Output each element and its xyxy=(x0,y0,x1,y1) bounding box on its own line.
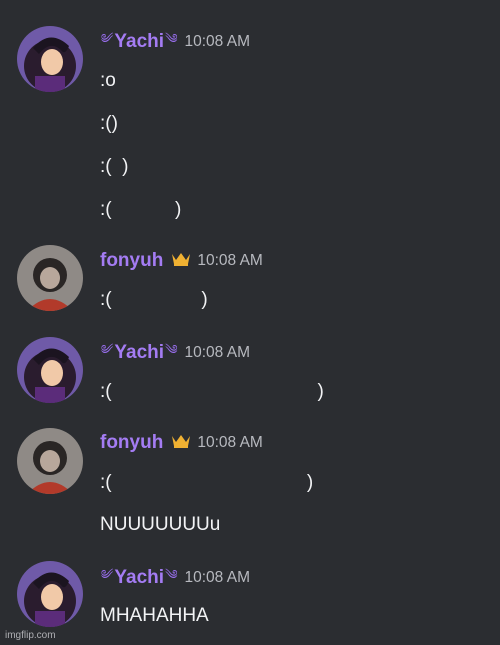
swirl-decoration-icon: ༄ xyxy=(101,30,114,46)
message-text: :o xyxy=(100,70,116,91)
message-text: :( ) xyxy=(100,156,129,177)
message-header: ༄ Yachi ༄ 10:08 AM xyxy=(100,564,250,592)
crown-icon xyxy=(171,251,191,272)
message-text: :( ) xyxy=(100,472,314,493)
avatar-yachi[interactable] xyxy=(17,26,83,92)
imgflip-watermark: imgflip.com xyxy=(5,630,56,641)
swirl-decoration-icon: ༄ xyxy=(101,341,114,357)
timestamp: 10:08 AM xyxy=(184,33,251,50)
message-text: MHAHAHHA xyxy=(100,605,209,626)
swirl-decoration-icon: ༄ xyxy=(165,30,178,46)
avatar-yachi[interactable] xyxy=(17,561,83,627)
message-header: fonyuh 10:08 AM xyxy=(100,429,263,457)
message-text: :( ) xyxy=(100,289,208,310)
avatar-yachi[interactable] xyxy=(17,337,83,403)
timestamp: 10:08 AM xyxy=(197,252,263,269)
timestamp: 10:08 AM xyxy=(184,344,251,361)
username[interactable]: Yachi xyxy=(114,342,164,364)
avatar-yachi-image xyxy=(17,561,83,627)
message-text: :( ) xyxy=(100,381,324,402)
avatar-yachi-image xyxy=(17,337,83,403)
avatar-fonyuh[interactable] xyxy=(17,428,83,494)
timestamp: 10:08 AM xyxy=(184,569,251,586)
message-header: ༄ Yachi ༄ 10:08 AM xyxy=(100,339,250,367)
swirl-decoration-icon: ༄ xyxy=(165,566,178,582)
avatar-fonyuh-image xyxy=(17,245,83,311)
swirl-decoration-icon: ༄ xyxy=(101,566,114,582)
avatar-fonyuh[interactable] xyxy=(17,245,83,311)
username[interactable]: Yachi xyxy=(114,567,164,589)
avatar-fonyuh-image xyxy=(17,428,83,494)
crown-icon xyxy=(171,433,191,454)
message-text: :( ) xyxy=(100,199,182,220)
message-text: :() xyxy=(100,113,118,134)
message-header: ༄ Yachi ༄ 10:08 AM xyxy=(100,28,250,56)
username[interactable]: fonyuh xyxy=(100,250,163,272)
message-text: NUUUUUUUu xyxy=(100,514,221,535)
timestamp: 10:08 AM xyxy=(197,434,263,451)
username[interactable]: fonyuh xyxy=(100,432,163,454)
swirl-decoration-icon: ༄ xyxy=(165,341,178,357)
message-header: fonyuh 10:08 AM xyxy=(100,247,263,275)
avatar-yachi-image xyxy=(17,26,83,92)
username[interactable]: Yachi xyxy=(114,31,164,53)
chat-log: ༄ Yachi ༄ 10:08 AM :o :() :( ) :( ) fony… xyxy=(0,0,500,645)
